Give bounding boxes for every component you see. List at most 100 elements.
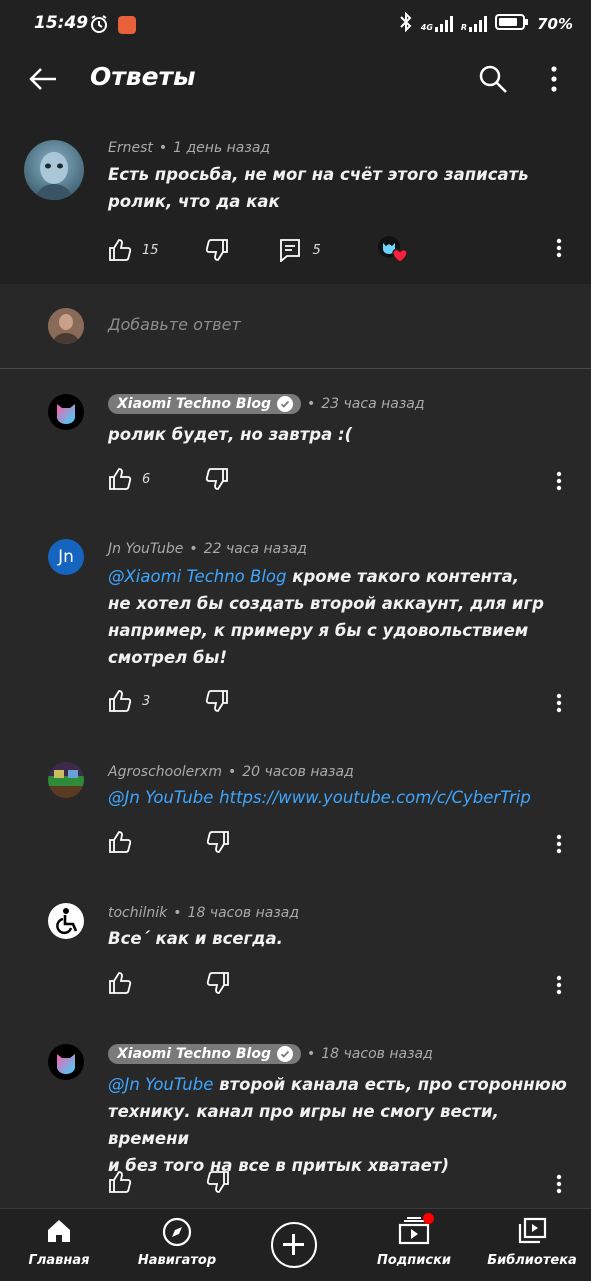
comment-meta: Agroschoolerxm • 20 часов назад [108,764,354,780]
comment-time: 22 часа назад [203,541,307,557]
user-avatar [48,308,84,344]
dislike-button[interactable] [206,831,230,853]
dislike-button[interactable] [206,1171,230,1193]
comment-menu-icon[interactable] [556,1174,562,1198]
comment-author[interactable]: Ernest [108,140,153,156]
comment-actions: 3 [108,690,229,712]
dislike-button[interactable] [205,239,229,261]
comment-author[interactable]: Agroschoolerxm [108,764,222,780]
status-time: 15:49 [34,13,89,33]
comment-menu-icon[interactable] [556,975,562,999]
comment-author[interactable]: Jn YouTube [108,541,183,557]
verified-icon [277,1046,293,1062]
library-icon [518,1217,547,1244]
signal-4g-icon: 4G [421,16,453,32]
comment-time: 20 часов назад [242,764,354,780]
thumb-down-icon [206,972,229,994]
avatar[interactable]: Jn [48,539,84,575]
comment-text: ролик будет, но завтра :( [108,425,353,444]
comment-actions: 15 5 [108,235,409,265]
meta-separator: • [227,764,237,780]
parent-comment: Ernest • 1 день назад Есть просьба, не м… [0,116,591,284]
add-reply-input[interactable]: Добавьте ответ [108,315,241,334]
comment-text-line: @Xiaomi Techno Blog кроме такого контент… [108,563,568,590]
comment-text-line: @Jn YouTube второй канала есть, про стор… [108,1071,578,1098]
notification-dot [423,1213,434,1224]
comment-text-line: например, к примеру я бы с удовольствием [108,621,529,640]
comment-text-line: Есть просьба, не мог на счёт этого запис… [108,165,529,184]
mention-link[interactable]: @Jn YouTube [108,788,213,807]
comment-author[interactable]: tochilnik [108,905,167,921]
thumb-up-icon [109,690,132,712]
like-button[interactable]: 3 [108,690,150,712]
comment-menu-icon[interactable] [556,834,562,858]
back-arrow-icon[interactable] [28,66,58,96]
like-button[interactable] [108,972,132,994]
nav-library[interactable]: Библиотека [480,1217,584,1268]
dislike-button[interactable] [205,690,229,712]
battery-percent: 70% [537,15,573,33]
roaming-label: R [460,23,468,32]
comment-author: Xiaomi Techno Blog [117,396,271,412]
avatar[interactable] [48,762,84,798]
meta-separator: • [189,541,198,557]
comment-text: Есть просьба, не мог на счёт этого запис… [108,161,568,215]
comment-meta: Jn YouTube • 22 часа назад [108,541,307,557]
reply-item: Xiaomi Techno Blog • 23 часа назад ролик… [0,370,591,510]
comment-menu-icon[interactable] [556,471,562,495]
comment-actions: 6 [108,468,229,490]
comment-text: Все´ как и всегда. [108,929,283,948]
reply-item: Xiaomi Techno Blog • 18 часов назад @Jn … [0,1020,591,1208]
comment-menu-icon[interactable] [556,693,562,717]
nav-label: Главная [28,1253,90,1268]
nav-subscriptions[interactable]: Подписки [370,1213,458,1268]
comment-text-line: смотрел бы! [108,648,227,667]
reply-item: Agroschoolerxm • 20 часов назад @Jn YouT… [0,738,591,878]
mention-link[interactable]: @Jn YouTube [108,1075,213,1094]
like-button[interactable]: 6 [108,468,150,490]
comment-text-line: ролик, что да как [108,192,280,211]
like-button[interactable] [108,1171,132,1193]
nav-label: Библиотека [487,1253,577,1268]
search-icon[interactable] [478,64,508,98]
dislike-button[interactable] [206,972,230,994]
comment-meta: Xiaomi Techno Blog • 18 часов назад [108,1044,433,1064]
nav-explore[interactable]: Навигатор [130,1217,224,1268]
meta-separator: • [158,140,168,156]
comment-author: Xiaomi Techno Blog [117,1046,271,1062]
signal-roaming-icon: R [460,16,488,32]
author-chip[interactable]: Xiaomi Techno Blog [108,394,301,414]
thumb-down-icon [206,1171,229,1193]
meta-separator: • [307,396,316,412]
verified-icon [277,396,293,412]
compass-icon [162,1217,192,1247]
avatar[interactable] [48,903,84,939]
more-vert-icon[interactable] [550,66,558,96]
comment-time: 18 часов назад [187,905,300,921]
avatar[interactable] [48,1044,84,1080]
dislike-button[interactable] [205,468,229,490]
thumb-up-icon [109,239,132,261]
author-chip[interactable]: Xiaomi Techno Blog [108,1044,301,1064]
like-button[interactable]: 15 [108,239,159,261]
nav-home[interactable]: Главная [22,1217,96,1268]
top-app-bar: Ответы [0,44,591,116]
avatar[interactable] [24,140,84,200]
bottom-navigation: Главная Навигатор Подписки Библиотека [0,1208,591,1281]
comment-meta: tochilnik • 18 часов назад [108,905,299,921]
comment-text: @Jn YouTube https://www.youtube.com/c/Cy… [108,784,578,811]
add-reply-row[interactable]: Добавьте ответ [0,284,591,368]
comment-menu-icon[interactable] [556,238,562,262]
comment-text: @Jn YouTube второй канала есть, про стор… [108,1071,578,1179]
creator-heart-icon [377,236,408,263]
reply-button[interactable]: 5 [279,238,321,262]
nav-label: Навигатор [137,1253,217,1268]
create-button[interactable] [271,1222,317,1268]
url-link[interactable]: https://www.youtube.com/c/CyberTrip [219,788,531,807]
like-button[interactable] [108,831,132,853]
mention-link[interactable]: @Xiaomi Techno Blog [108,567,287,586]
status-bar: 15:49 4G R 70% [0,0,591,44]
comment-text-line: не хотел бы создать второй аккаунт, для … [108,594,544,613]
avatar[interactable] [48,394,84,430]
comment-text-line: технику. канал про игры не смогу вести, … [108,1102,499,1148]
